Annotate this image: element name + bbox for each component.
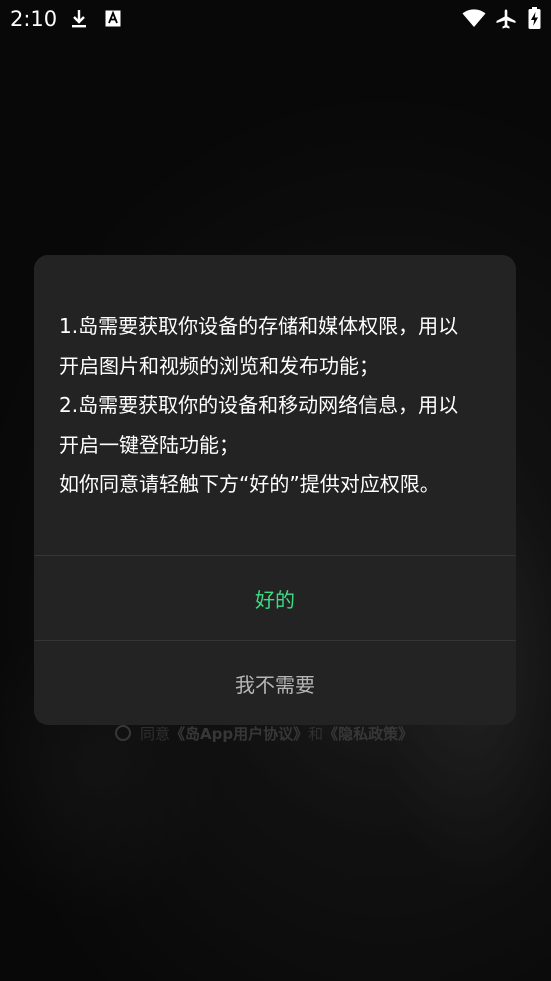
decline-button[interactable]: 我不需要 xyxy=(34,641,516,725)
dialog-message: 1.岛需要获取你设备的存储和媒体权限，用以 开启图片和视频的浏览和发布功能； 2… xyxy=(59,307,499,505)
airplane-icon xyxy=(495,8,517,30)
dialog-line: 开启图片和视频的浏览和发布功能； xyxy=(59,353,379,378)
permission-dialog: 1.岛需要获取你设备的存储和媒体权限，用以 开启图片和视频的浏览和发布功能； 2… xyxy=(34,255,516,725)
dialog-line: 1.岛需要获取你设备的存储和媒体权限，用以 xyxy=(59,314,459,338)
dialog-line: 开启一键登陆功能； xyxy=(59,432,239,457)
app-screen: 同意 《岛App用户协议》 和 《隐私政策》 2:10 1.岛需要获取你设备的存… xyxy=(0,0,551,981)
ok-button[interactable]: 好的 xyxy=(34,556,516,640)
status-bar: 2:10 xyxy=(0,0,551,38)
download-icon xyxy=(70,9,88,29)
dialog-line: 如你同意请轻触下方“好的”提供对应权限。 xyxy=(59,472,440,496)
battery-charging-icon xyxy=(528,7,541,29)
status-time: 2:10 xyxy=(10,7,58,31)
keyboard-a-icon xyxy=(105,10,121,27)
dialog-line: 2.岛需要获取你的设备和移动网络信息，用以 xyxy=(59,393,459,417)
wifi-icon xyxy=(462,9,486,28)
